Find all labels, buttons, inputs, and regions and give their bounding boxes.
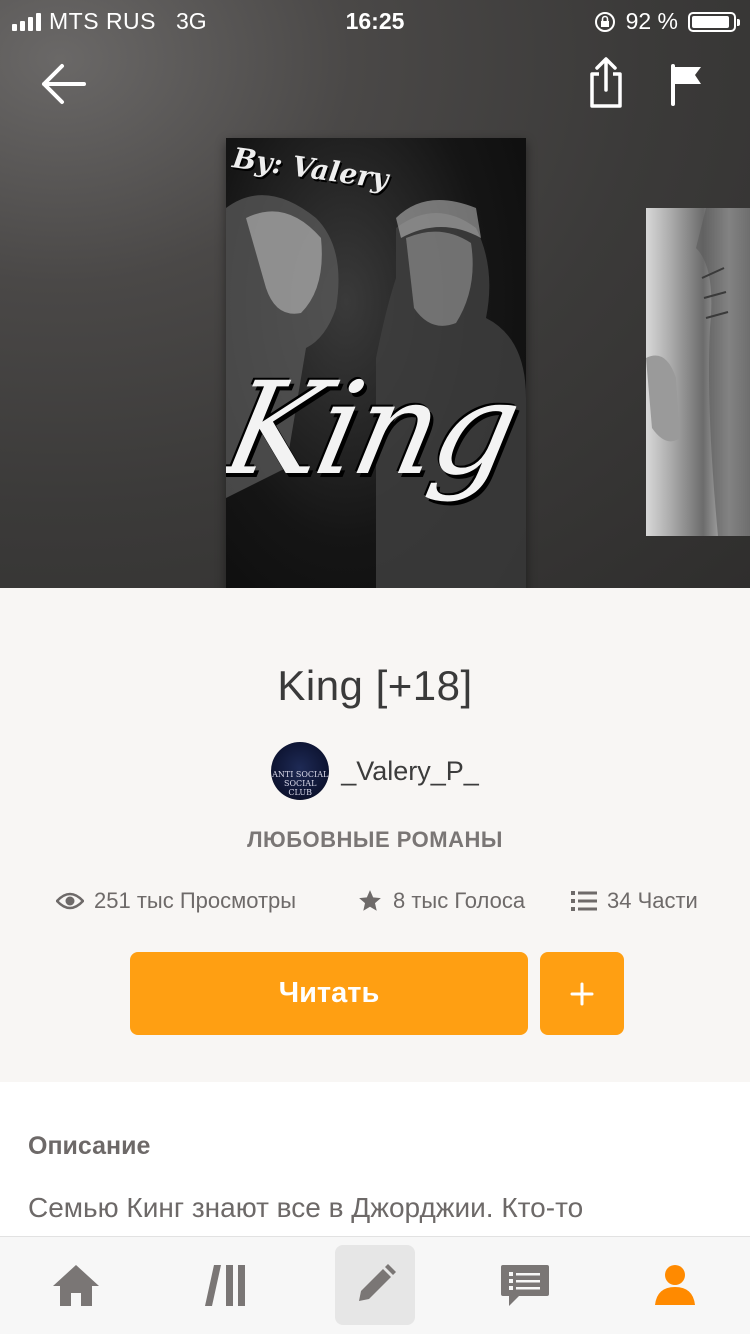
tab-messages[interactable] (485, 1245, 565, 1325)
arrow-left-icon (42, 64, 86, 104)
next-cover-art (646, 208, 750, 536)
flag-icon (671, 64, 701, 106)
share-icon (590, 57, 622, 108)
read-button[interactable]: Читать (130, 952, 528, 1035)
author-row[interactable]: ANTI SOCIAL SOCIAL CLUB _Valery_P_ (0, 742, 750, 800)
status-right: 92 % (594, 8, 740, 35)
votes-count: 8 тыс Голоса (393, 888, 526, 913)
plus-icon (570, 982, 594, 1005)
eye-icon (56, 892, 84, 910)
user-icon (655, 1265, 695, 1305)
share-button[interactable] (586, 56, 626, 110)
tab-write[interactable] (335, 1245, 415, 1325)
description-heading: Описание (28, 1132, 151, 1160)
battery-icon (688, 11, 740, 32)
story-title: King [+18] (277, 662, 473, 709)
views-count: 251 тыс Просмотры (94, 888, 297, 913)
story-stats: 251 тыс Просмотры 8 тыс Голоса 34 Части (0, 888, 750, 920)
tab-home[interactable] (36, 1245, 116, 1325)
report-button[interactable] (668, 62, 706, 106)
pencil-icon (359, 1264, 396, 1301)
tab-profile[interactable] (635, 1245, 715, 1325)
next-story-cover[interactable] (646, 208, 750, 536)
stat-votes: 8 тыс Голоса (357, 888, 525, 914)
description-card: Описание Семью Кинг знают все в Джорджии… (0, 1082, 750, 1252)
hero-header: MTS RUS 3G 16:25 92 % By: Valery King (0, 0, 750, 588)
genre-label[interactable]: ЛЮБОВНЫЕ РОМАНЫ (0, 827, 750, 853)
rotation-lock-icon (594, 11, 615, 32)
status-bar: MTS RUS 3G 16:25 92 % (0, 0, 750, 42)
chat-icon (501, 1265, 549, 1306)
author-avatar[interactable]: ANTI SOCIAL SOCIAL CLUB (271, 742, 330, 800)
tab-library[interactable] (185, 1245, 265, 1325)
parts-count: 34 Части (607, 888, 698, 913)
home-icon (53, 1265, 99, 1306)
author-name[interactable]: _Valery_P_ (341, 756, 479, 787)
stat-views: 251 тыс Просмотры (56, 888, 296, 914)
avatar-text: ANTI SOCIAL SOCIAL CLUB (272, 770, 329, 797)
description-text: Семью Кинг знают все в Джорджии. Кто-то (28, 1192, 584, 1223)
battery-percent: 92 % (625, 8, 678, 34)
star-icon (359, 890, 381, 911)
list-icon (571, 891, 597, 911)
battery-fill (692, 15, 729, 28)
story-cover[interactable]: By: Valery King (226, 138, 526, 588)
add-to-library-button[interactable] (540, 952, 624, 1035)
bottom-tab-bar (0, 1236, 750, 1334)
stat-parts: 34 Части (571, 888, 698, 914)
library-icon (205, 1265, 245, 1306)
cover-title-art: King (226, 355, 526, 504)
back-button[interactable] (40, 62, 88, 106)
